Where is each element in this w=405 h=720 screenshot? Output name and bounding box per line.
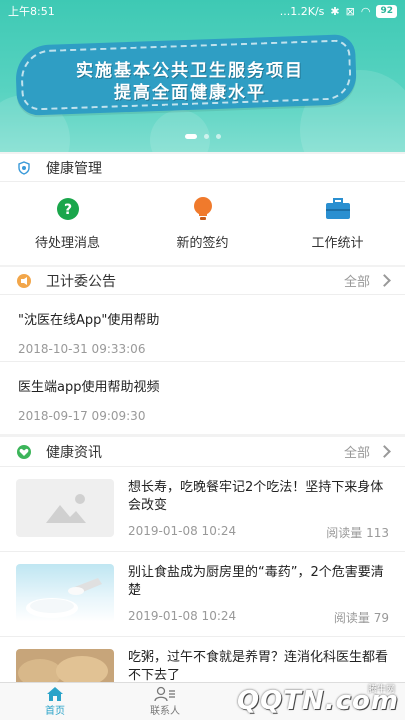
tab-label: 联系人	[150, 706, 180, 717]
status-time: 上午8:51	[8, 5, 55, 18]
news-title: 想长寿，吃晚餐牢记2个吃法！坚持下来身体会改变	[128, 480, 384, 513]
chevron-right-icon	[378, 274, 391, 287]
announcement-time: 2018-09-17 09:09:30	[18, 409, 146, 423]
heart-icon	[16, 444, 32, 460]
view-all-news-link[interactable]: 全部	[343, 442, 391, 461]
work-statistics-label: 工作统计	[311, 235, 364, 251]
pending-messages-button[interactable]: ? 待处理消息	[8, 196, 128, 251]
news-thumbnail	[16, 649, 114, 682]
watermark-caption: 腾牛网	[367, 685, 395, 695]
section-header: 健康管理	[0, 154, 405, 182]
status-bar: 上午8:51 ...1.2K/s ✱ ⊠ ◠ 92	[0, 0, 405, 22]
news-item[interactable]: 吃粥，过午不食就是养胃？连消化科医生都看不下去了	[0, 637, 405, 682]
health-management-section: 健康管理 ? 待处理消息 新的签约 工作统计	[0, 154, 405, 265]
news-date: 2019-01-08 10:24	[128, 609, 237, 623]
carousel-indicator	[0, 134, 405, 139]
view-all-announcements-link[interactable]: 全部	[343, 271, 391, 290]
new-contracts-label: 新的签约	[176, 235, 229, 251]
watermark-logo: QQTN.com 腾牛网	[237, 684, 399, 718]
home-icon	[47, 687, 63, 701]
section-title: 健康管理	[46, 160, 102, 177]
briefcase-icon	[325, 196, 351, 222]
banner-subheadline: 提高全面健康水平	[114, 83, 266, 103]
section-header: 卫计委公告 全部	[0, 267, 405, 295]
network-speed: ...1.2K/s	[279, 4, 325, 18]
image-placeholder-icon	[16, 479, 114, 537]
svg-text:?: ?	[63, 202, 71, 218]
chevron-right-icon	[378, 445, 391, 458]
news-item[interactable]: 想长寿，吃晚餐牢记2个吃法！坚持下来身体会改变 2019-01-08 10:24…	[0, 467, 405, 552]
announcement-item[interactable]: 医生端app使用帮助视频 2018-09-17 09:09:30	[0, 362, 405, 429]
news-date: 2019-01-08 10:24	[128, 524, 237, 538]
banner-carousel[interactable]: 实施基本公共卫生服务项目 提高全面健康水平	[0, 0, 405, 152]
pending-messages-label: 待处理消息	[34, 235, 100, 251]
news-title: 别让食盐成为厨房里的“毒药”，2个危害要清楚	[128, 565, 384, 598]
battery-icon: 92	[376, 4, 397, 18]
announcement-title: "沈医在线App"使用帮助	[18, 313, 160, 328]
section-title: 卫计委公告	[46, 273, 116, 290]
question-circle-icon: ?	[55, 196, 81, 222]
carousel-dot	[215, 134, 221, 139]
banner-decoration	[150, 110, 210, 152]
bluetooth-icon: ✱	[330, 4, 340, 18]
tab-home[interactable]: 首页	[0, 683, 110, 720]
announcement-title: 医生端app使用帮助视频	[18, 380, 160, 395]
section-header: 健康资讯 全部	[0, 437, 405, 467]
lightbulb-icon	[190, 196, 216, 222]
tab-label: 首页	[45, 706, 65, 717]
work-statistics-button[interactable]: 工作统计	[278, 196, 398, 251]
bottom-tab-bar: 首页 联系人 QQTN.com 腾牛网	[0, 682, 405, 720]
megaphone-icon	[16, 273, 32, 289]
carousel-dot-active	[184, 134, 197, 139]
view-all-label: 全部	[343, 446, 370, 461]
news-read-count: 阅读量 79	[333, 611, 389, 625]
announcement-time: 2018-10-31 09:33:06	[18, 342, 146, 356]
new-contracts-button[interactable]: 新的签约	[143, 196, 263, 251]
wifi-icon: ◠	[360, 4, 371, 18]
news-item[interactable]: 别让食盐成为厨房里的“毒药”，2个危害要清楚 2019-01-08 10:24 …	[0, 552, 405, 637]
news-thumbnail	[16, 564, 114, 622]
news-read-count: 阅读量 113	[326, 526, 389, 540]
news-title: 吃粥，过午不食就是养胃？连消化科医生都看不下去了	[128, 650, 389, 682]
contacts-icon	[154, 686, 175, 702]
tab-contacts[interactable]: 联系人	[110, 683, 220, 720]
shield-icon	[16, 160, 32, 176]
health-news-section: 健康资讯 全部 想长寿，吃晚餐牢记2个吃法！坚持下来身体会改变 2019-01-…	[0, 437, 405, 682]
announcement-item[interactable]: "沈医在线App"使用帮助 2018-10-31 09:33:06	[0, 295, 405, 362]
announcements-section: 卫计委公告 全部 "沈医在线App"使用帮助 2018-10-31 09:33:…	[0, 267, 405, 434]
view-all-label: 全部	[343, 275, 370, 290]
sim-icon: ⊠	[345, 4, 355, 18]
carousel-dot	[203, 134, 209, 139]
section-title: 健康资讯	[46, 444, 102, 461]
